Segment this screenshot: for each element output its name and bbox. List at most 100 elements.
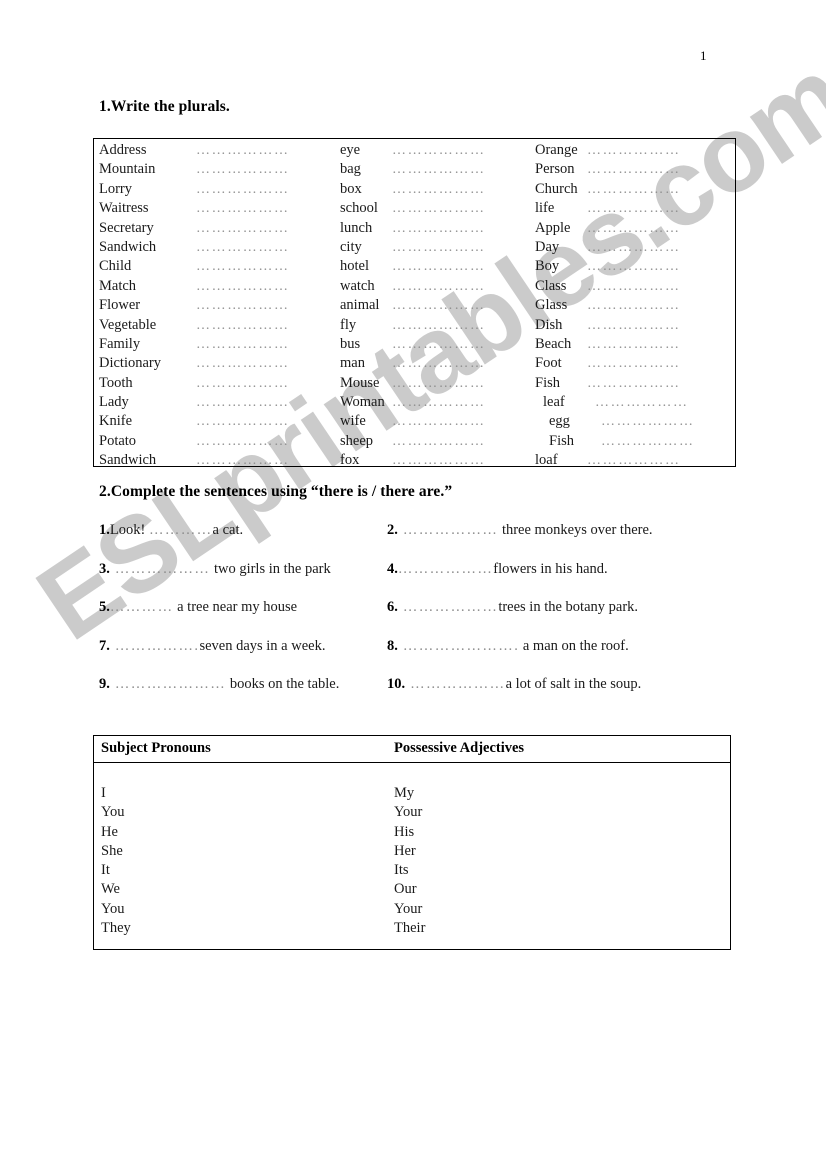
plurals-answer-blank[interactable]: ……………… bbox=[196, 356, 290, 372]
plurals-answer-blank[interactable]: ……………… bbox=[196, 201, 290, 217]
pronouns-table-body: I My You Your He His She Her It Its We Our You Your Th… bbox=[94, 763, 730, 939]
plurals-answer-blank[interactable]: ……………… bbox=[587, 376, 681, 392]
plurals-answer-blank[interactable]: ……………… bbox=[196, 298, 290, 314]
there-is-row: 7. …………….seven days in a week. 8. …………………… bbox=[99, 638, 739, 677]
plurals-answer-blank[interactable]: ……………… bbox=[587, 143, 681, 159]
item-answer-blank[interactable]: ……………… bbox=[398, 561, 493, 577]
item-answer-blank[interactable]: ………… bbox=[149, 522, 213, 538]
plurals-answer-blank[interactable]: ……………… bbox=[392, 318, 486, 334]
plurals-answer-blank[interactable]: ……………… bbox=[587, 337, 681, 353]
item-text: a cat. bbox=[212, 522, 244, 538]
plurals-answer-blank[interactable]: ……………… bbox=[196, 318, 290, 334]
item-answer-blank[interactable]: ………… bbox=[110, 599, 174, 615]
plurals-word: school bbox=[340, 200, 378, 217]
plurals-row: Fish ……………… bbox=[535, 433, 731, 452]
plurals-row: fox ……………… bbox=[340, 452, 535, 471]
plurals-row: loaf ……………… bbox=[535, 452, 731, 471]
plurals-answer-blank[interactable]: ……………… bbox=[392, 162, 486, 178]
plurals-answer-blank[interactable]: ……………… bbox=[196, 453, 290, 469]
plurals-row: Child ……………… bbox=[99, 258, 339, 277]
plurals-row: Glass ……………… bbox=[535, 297, 731, 316]
item-answer-blank[interactable]: ………………… bbox=[110, 676, 226, 692]
plurals-answer-blank[interactable]: ……………… bbox=[392, 221, 486, 237]
plurals-row: animal ……………… bbox=[340, 297, 535, 316]
subject-pronoun-cell: I bbox=[101, 785, 106, 801]
plurals-answer-blank[interactable]: ……………… bbox=[392, 414, 486, 430]
plurals-answer-blank[interactable]: ……………… bbox=[587, 453, 681, 469]
pronouns-table-row: She Her bbox=[94, 843, 730, 862]
there-is-item: 9. ………………… books on the table. bbox=[99, 676, 387, 693]
column-header-possessive-adjectives: Possessive Adjectives bbox=[394, 740, 525, 756]
plurals-answer-blank[interactable]: ……………… bbox=[196, 434, 290, 450]
item-answer-blank[interactable]: ……………… bbox=[398, 522, 498, 538]
plurals-row: Fish ……………… bbox=[535, 375, 731, 394]
plurals-answer-blank[interactable]: ……………… bbox=[392, 182, 486, 198]
plurals-answer-blank[interactable]: ……………… bbox=[196, 395, 290, 411]
plurals-row: Day ……………… bbox=[535, 239, 731, 258]
plurals-answer-blank[interactable]: ……………… bbox=[392, 298, 486, 314]
plurals-row: Sandwich ……………… bbox=[99, 239, 339, 258]
item-answer-blank[interactable]: ……………… bbox=[398, 599, 498, 615]
plurals-answer-blank[interactable]: ……………… bbox=[392, 395, 486, 411]
plurals-answer-blank[interactable]: ……………… bbox=[587, 162, 681, 178]
plurals-answer-blank[interactable]: ……………… bbox=[587, 298, 681, 314]
item-answer-blank[interactable]: ……………. bbox=[110, 638, 200, 654]
plurals-answer-blank[interactable]: ……………… bbox=[601, 434, 695, 450]
plurals-answer-blank[interactable]: ……………… bbox=[587, 240, 681, 256]
plurals-answer-blank[interactable]: ……………… bbox=[587, 221, 681, 237]
plurals-row: Beach ……………… bbox=[535, 336, 731, 355]
possessive-adjective-cell: Your bbox=[394, 804, 423, 821]
plurals-answer-blank[interactable]: ……………… bbox=[392, 434, 486, 450]
subject-pronoun-cell: We bbox=[101, 881, 120, 898]
plurals-word: bag bbox=[340, 161, 361, 178]
there-is-row: 1.Look! …………a cat. 2. ……………… three monkey… bbox=[99, 522, 739, 561]
plurals-word: Waitress bbox=[99, 200, 149, 217]
item-text: a tree near my house bbox=[173, 599, 298, 615]
plurals-answer-blank[interactable]: ……………… bbox=[392, 453, 486, 469]
item-text: a man on the roof. bbox=[519, 637, 629, 654]
item-answer-blank[interactable]: ……………… bbox=[405, 676, 505, 692]
plurals-row: Lady ……………… bbox=[99, 394, 339, 413]
plurals-answer-blank[interactable]: ……………… bbox=[196, 221, 290, 237]
plurals-row: watch ……………… bbox=[340, 278, 535, 297]
pronouns-table-row: I My bbox=[94, 785, 730, 804]
plurals-answer-blank[interactable]: ……………… bbox=[587, 182, 681, 198]
plurals-answer-blank[interactable]: ……………… bbox=[601, 414, 695, 430]
plurals-answer-blank[interactable]: ……………… bbox=[196, 143, 290, 159]
plurals-word: sheep bbox=[340, 432, 374, 449]
pronouns-table: Subject Pronouns Possessive Adjectives I… bbox=[93, 735, 731, 950]
plurals-answer-blank[interactable]: ……………… bbox=[196, 259, 290, 275]
plurals-row: wife ……………… bbox=[340, 413, 535, 432]
plurals-answer-blank[interactable]: ……………… bbox=[196, 240, 290, 256]
item-text: two girls in the park bbox=[210, 560, 331, 577]
plurals-answer-blank[interactable]: ……………… bbox=[196, 279, 290, 295]
plurals-answer-blank[interactable]: ……………… bbox=[587, 318, 681, 334]
plurals-answer-blank[interactable]: ……………… bbox=[392, 356, 486, 372]
plurals-answer-blank[interactable]: ……………… bbox=[595, 395, 689, 411]
plurals-answer-blank[interactable]: ……………… bbox=[392, 279, 486, 295]
plurals-answer-blank[interactable]: ……………… bbox=[196, 414, 290, 430]
plurals-answer-blank[interactable]: ……………… bbox=[392, 259, 486, 275]
plurals-answer-blank[interactable]: ……………… bbox=[392, 376, 486, 392]
plurals-word: Child bbox=[99, 258, 132, 275]
plurals-answer-blank[interactable]: ……………… bbox=[392, 143, 486, 159]
plurals-answer-blank[interactable]: ……………… bbox=[587, 201, 681, 217]
plurals-word: Foot bbox=[535, 355, 562, 372]
item-answer-blank[interactable]: …………………. bbox=[398, 638, 519, 654]
plurals-row: Woman ……………… bbox=[340, 394, 535, 413]
plurals-answer-blank[interactable]: ……………… bbox=[587, 259, 681, 275]
plurals-row: Person ……………… bbox=[535, 161, 731, 180]
item-text: books on the table. bbox=[226, 676, 340, 692]
possessive-adjective-cell: Their bbox=[394, 920, 426, 937]
plurals-answer-blank[interactable]: ……………… bbox=[196, 182, 290, 198]
plurals-answer-blank[interactable]: ……………… bbox=[392, 201, 486, 217]
plurals-answer-blank[interactable]: ……………… bbox=[587, 356, 681, 372]
plurals-answer-blank[interactable]: ……………… bbox=[392, 240, 486, 256]
item-number: 6. bbox=[387, 599, 398, 615]
plurals-answer-blank[interactable]: ……………… bbox=[196, 162, 290, 178]
plurals-answer-blank[interactable]: ……………… bbox=[587, 279, 681, 295]
item-answer-blank[interactable]: ……………… bbox=[110, 561, 210, 577]
plurals-answer-blank[interactable]: ……………… bbox=[392, 337, 486, 353]
plurals-answer-blank[interactable]: ……………… bbox=[196, 376, 290, 392]
plurals-answer-blank[interactable]: ……………… bbox=[196, 337, 290, 353]
